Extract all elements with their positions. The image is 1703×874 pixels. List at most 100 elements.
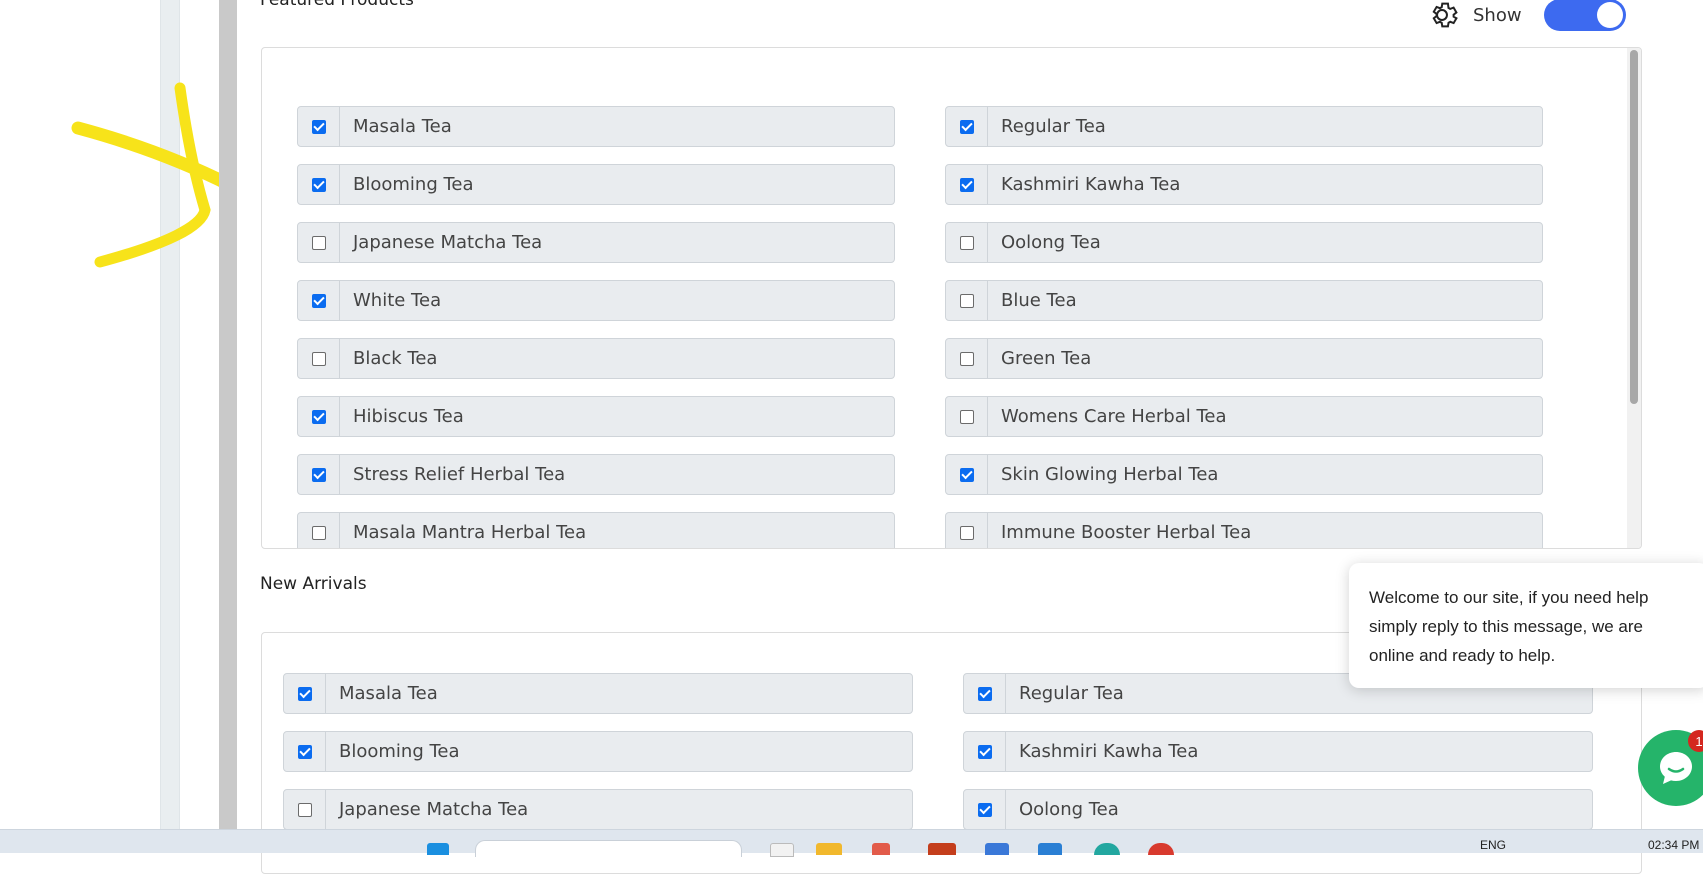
checkbox-cell[interactable] — [946, 165, 988, 204]
featured-products-card: Masala Tea Regular Tea Blooming Tea Kashmir… — [261, 47, 1642, 549]
product-option-label: Kashmiri Kawha Tea — [1001, 174, 1181, 195]
checkbox[interactable] — [311, 525, 326, 540]
product-option-blue-tea[interactable]: Blue Tea — [945, 280, 1543, 321]
checkbox-cell[interactable] — [946, 513, 988, 548]
taskbar-search[interactable] — [475, 840, 742, 857]
checkbox-cell[interactable] — [946, 397, 988, 436]
product-option-blooming-tea[interactable]: Blooming Tea — [283, 731, 913, 772]
windows-start-icon[interactable] — [427, 843, 449, 855]
product-option-skin-glowing-herbal-tea[interactable]: Skin Glowing Herbal Tea — [945, 454, 1543, 495]
product-option-oolong-tea[interactable]: Oolong Tea — [963, 789, 1593, 830]
scrollbar-thumb[interactable] — [1630, 50, 1638, 404]
product-option-black-tea[interactable]: Black Tea — [297, 338, 895, 379]
product-option-white-tea[interactable]: White Tea — [297, 280, 895, 321]
checkbox[interactable] — [311, 177, 326, 192]
product-option-label: Regular Tea — [1019, 683, 1124, 704]
checkbox[interactable] — [959, 409, 974, 424]
product-option-label: Regular Tea — [1001, 116, 1106, 137]
checkbox[interactable] — [959, 177, 974, 192]
product-option-label: Masala Mantra Herbal Tea — [353, 522, 587, 543]
checkbox[interactable] — [311, 409, 326, 424]
calendar-icon[interactable] — [985, 843, 1009, 855]
checkbox[interactable] — [959, 525, 974, 540]
checkbox[interactable] — [297, 686, 312, 701]
product-option-masala-tea[interactable]: Masala Tea — [297, 106, 895, 147]
product-option-japanese-matcha-tea[interactable]: Japanese Matcha Tea — [283, 789, 913, 830]
checkbox[interactable] — [311, 467, 326, 482]
scrollbar[interactable] — [1627, 48, 1641, 548]
powerpoint-icon[interactable] — [928, 843, 956, 855]
checkbox-cell[interactable] — [298, 281, 340, 320]
product-option-womens-care-herbal-tea[interactable]: Womens Care Herbal Tea — [945, 396, 1543, 437]
product-option-kashmiri-kawha-tea[interactable]: Kashmiri Kawha Tea — [945, 164, 1543, 205]
checkbox[interactable] — [297, 802, 312, 817]
product-option-label: Womens Care Herbal Tea — [1001, 406, 1227, 427]
checkbox-cell[interactable] — [298, 223, 340, 262]
checkbox[interactable] — [311, 293, 326, 308]
gear-icon[interactable] — [1425, 0, 1459, 32]
edge-icon[interactable] — [1094, 843, 1120, 855]
new-arrivals-title: New Arrivals — [260, 574, 367, 594]
checkbox-cell[interactable] — [298, 397, 340, 436]
checkbox[interactable] — [977, 802, 992, 817]
product-option-green-tea[interactable]: Green Tea — [945, 338, 1543, 379]
taskbar: ENG 02:34 PM — [0, 829, 1703, 857]
store-icon[interactable] — [872, 843, 890, 855]
checkbox-cell[interactable] — [298, 513, 340, 548]
product-option-label: Immune Booster Herbal Tea — [1001, 522, 1252, 543]
task-view-icon[interactable] — [770, 843, 794, 857]
checkbox[interactable] — [959, 119, 974, 134]
vscode-icon[interactable] — [1038, 843, 1062, 855]
checkbox-cell[interactable] — [284, 674, 326, 713]
product-option-label: Blooming Tea — [339, 741, 460, 762]
checkbox[interactable] — [297, 744, 312, 759]
checkbox[interactable] — [311, 235, 326, 250]
product-option-label: Masala Tea — [339, 683, 438, 704]
checkbox[interactable] — [311, 351, 326, 366]
checkbox-cell[interactable] — [298, 165, 340, 204]
product-option-masala-mantra-herbal-tea[interactable]: Masala Mantra Herbal Tea — [297, 512, 895, 548]
checkbox-cell[interactable] — [298, 107, 340, 146]
checkbox-cell[interactable] — [964, 732, 1006, 771]
checkbox-cell[interactable] — [964, 790, 1006, 829]
checkbox-cell[interactable] — [946, 223, 988, 262]
product-option-japanese-matcha-tea[interactable]: Japanese Matcha Tea — [297, 222, 895, 263]
file-explorer-icon[interactable] — [816, 843, 842, 855]
product-option-label: Masala Tea — [353, 116, 452, 137]
product-option-kashmiri-kawha-tea[interactable]: Kashmiri Kawha Tea — [963, 731, 1593, 772]
checkbox-cell[interactable] — [964, 674, 1006, 713]
checkbox-cell[interactable] — [946, 339, 988, 378]
checkbox[interactable] — [311, 119, 326, 134]
product-option-regular-tea[interactable]: Regular Tea — [945, 106, 1543, 147]
checkbox-cell[interactable] — [298, 339, 340, 378]
checkbox[interactable] — [977, 744, 992, 759]
checkbox-cell[interactable] — [946, 281, 988, 320]
featured-products-title: Featured Products — [260, 0, 414, 10]
checkbox-cell[interactable] — [298, 455, 340, 494]
product-option-stress-relief-herbal-tea[interactable]: Stress Relief Herbal Tea — [297, 454, 895, 495]
page-gutter — [219, 0, 237, 852]
product-option-blooming-tea[interactable]: Blooming Tea — [297, 164, 895, 205]
product-option-hibiscus-tea[interactable]: Hibiscus Tea — [297, 396, 895, 437]
language-indicator[interactable]: ENG — [1480, 838, 1506, 852]
product-option-immune-booster-herbal-tea[interactable]: Immune Booster Herbal Tea — [945, 512, 1543, 548]
product-option-masala-tea[interactable]: Masala Tea — [283, 673, 913, 714]
featured-products-list: Masala Tea Regular Tea Blooming Tea Kashmir… — [297, 106, 1543, 548]
show-label: Show — [1473, 4, 1522, 26]
product-option-label: Blue Tea — [1001, 290, 1077, 311]
checkbox-cell[interactable] — [284, 732, 326, 771]
checkbox[interactable] — [977, 686, 992, 701]
clock[interactable]: 02:34 PM — [1648, 838, 1699, 852]
toggle-knob — [1596, 2, 1623, 28]
chrome-icon[interactable] — [1148, 843, 1174, 855]
checkbox[interactable] — [959, 293, 974, 308]
checkbox-cell[interactable] — [284, 790, 326, 829]
chat-welcome-bubble[interactable]: Welcome to our site, if you need help si… — [1349, 563, 1703, 688]
checkbox-cell[interactable] — [946, 107, 988, 146]
checkbox-cell[interactable] — [946, 455, 988, 494]
checkbox[interactable] — [959, 467, 974, 482]
checkbox[interactable] — [959, 235, 974, 250]
product-option-oolong-tea[interactable]: Oolong Tea — [945, 222, 1543, 263]
show-toggle[interactable] — [1543, 0, 1626, 31]
checkbox[interactable] — [959, 351, 974, 366]
